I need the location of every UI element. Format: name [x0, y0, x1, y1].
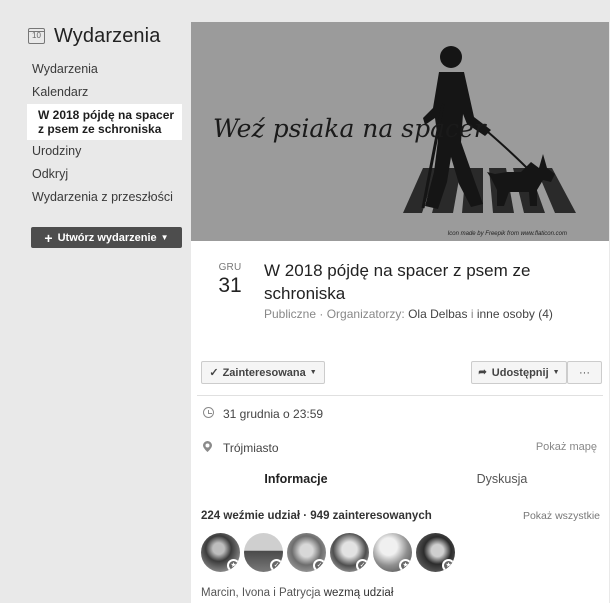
- sidebar-item-past-events[interactable]: Wydarzenia z przeszłości: [0, 186, 190, 209]
- sidebar-item-events[interactable]: Wydarzenia: [0, 58, 190, 81]
- share-label: Udostępnij: [491, 366, 549, 379]
- check-icon: ✓: [209, 367, 219, 379]
- sidebar: 10 Wydarzenia Wydarzenia Kalendarz W 201…: [0, 0, 190, 603]
- meta-separator: ·: [319, 307, 327, 321]
- cover-caption: Weź psiaka na spacer: [213, 114, 486, 143]
- create-event-button[interactable]: + Utwórz wydarzenie ▼: [31, 227, 182, 248]
- others-separator: i: [470, 307, 474, 321]
- check-badge-icon: ✓: [356, 559, 369, 572]
- avatar[interactable]: ★: [373, 533, 412, 572]
- attending-suffix: wezmą udział: [323, 587, 394, 599]
- interested-button[interactable]: ✓ Zainteresowana ▼: [201, 361, 325, 384]
- more-options-button[interactable]: ···: [567, 361, 602, 384]
- sidebar-item-discover[interactable]: Odkryj: [0, 163, 190, 186]
- show-all-link[interactable]: Pokaż wszystkie: [523, 510, 600, 522]
- star-badge-icon: ★: [227, 559, 240, 572]
- event-day: 31: [218, 274, 242, 297]
- plus-icon: +: [44, 229, 53, 246]
- avatar[interactable]: ★: [416, 533, 455, 572]
- caret-down-icon: ▼: [309, 369, 317, 376]
- sidebar-item-calendar[interactable]: Kalendarz: [0, 81, 190, 104]
- create-event-label: Utwórz wydarzenie: [57, 231, 157, 244]
- attendance-summary[interactable]: 224 weźmie udział · 949 zainteresowanych: [201, 510, 432, 522]
- other-organizers-link[interactable]: inne osoby (4): [477, 307, 553, 321]
- avatar[interactable]: ✓: [244, 533, 283, 572]
- star-badge-icon: ★: [442, 559, 455, 572]
- event-datetime-row[interactable]: 31 grudnia o 23:59: [191, 396, 609, 430]
- interested-label: Zainteresowana: [222, 366, 306, 379]
- event-date-badge: GRU 31: [217, 262, 243, 298]
- event-actions: ✓ Zainteresowana ▼ ➦ Udostępnij ▼ ···: [191, 361, 609, 395]
- share-arrow-icon: ➦: [478, 367, 487, 378]
- sidebar-header[interactable]: 10 Wydarzenia: [0, 22, 190, 50]
- event-title: W 2018 pójdę na spacer z psem ze schroni…: [264, 261, 531, 303]
- star-badge-icon: ★: [399, 559, 412, 572]
- event-location-row[interactable]: Trójmiasto Pokaż mapę: [191, 430, 609, 464]
- event-card: Weź psiaka na spacer Icon made by Freepi…: [191, 22, 609, 500]
- attendance-card: 224 weźmie udział · 949 zainteresowanych…: [191, 495, 609, 603]
- avatar[interactable]: ✓: [330, 533, 369, 572]
- event-cover-photo[interactable]: Weź psiaka na spacer Icon made by Freepi…: [191, 22, 609, 241]
- organizer-link[interactable]: Ola Delbas: [408, 307, 467, 321]
- event-month: GRU: [218, 262, 242, 273]
- event-meta: Publiczne · Organizatorzy: Ola Delbas i …: [264, 307, 553, 321]
- cover-credit: Icon made by Freepik from www.flaticon.c…: [447, 231, 567, 237]
- event-header: GRU 31 W 2018 pójdę na spacer z psem ze …: [191, 241, 609, 361]
- attendee-avatars: ★ ✓ ✓ ✓ ★ ★: [201, 533, 459, 572]
- event-datetime: 31 grudnia o 23:59: [223, 407, 324, 421]
- attending-names[interactable]: Marcin, Ivona i Patrycja: [201, 587, 321, 599]
- caret-down-icon: ▼: [552, 369, 560, 376]
- sidebar-item-birthdays[interactable]: Urodziny: [0, 140, 190, 163]
- show-map-link[interactable]: Pokaż mapę: [536, 441, 597, 453]
- check-badge-icon: ✓: [313, 559, 326, 572]
- caret-down-icon: ▼: [160, 233, 169, 242]
- sidebar-item-current-event[interactable]: W 2018 pójdę na spacer z psem ze schroni…: [27, 104, 182, 140]
- avatar[interactable]: ✓: [287, 533, 326, 572]
- event-location: Trójmiasto: [223, 441, 279, 455]
- attending-friends: Marcin, Ivona i Patrycja wezmą udział: [201, 587, 393, 599]
- share-button[interactable]: ➦ Udostępnij ▼: [471, 361, 567, 384]
- organizers-label: Organizatorzy:: [326, 307, 405, 321]
- sidebar-title: Wydarzenia: [54, 24, 161, 47]
- calendar-icon: 10: [28, 28, 45, 44]
- location-pin-icon: [203, 441, 212, 455]
- event-privacy: Publiczne: [264, 307, 317, 321]
- clock-icon: [203, 407, 214, 421]
- avatar[interactable]: ★: [201, 533, 240, 572]
- check-badge-icon: ✓: [270, 559, 283, 572]
